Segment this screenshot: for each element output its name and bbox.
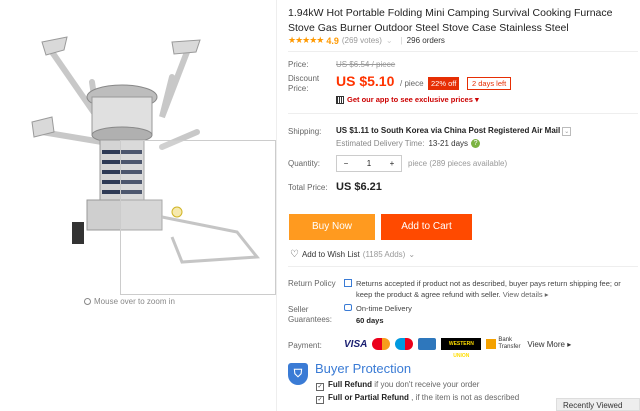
protection-line-2-text: , if the item is not as described bbox=[408, 393, 520, 402]
chevron-down-icon[interactable]: ⌄ bbox=[562, 127, 572, 136]
view-details-link[interactable]: View details ▸ bbox=[503, 290, 549, 299]
bank-transfer-label: Bank Transfer bbox=[498, 337, 521, 350]
protection-line-2-bold: Full or Partial Refund bbox=[328, 393, 409, 402]
estimate-days: 13-21 days bbox=[428, 139, 469, 148]
estimate-label: Estimated Delivery Time: bbox=[336, 139, 425, 148]
return-policy-label: Return Policy bbox=[288, 279, 336, 288]
check-icon: ✓ bbox=[316, 383, 324, 391]
chevron-down-icon[interactable]: ⌄ bbox=[386, 36, 393, 45]
seller-guarantee-1: On-time Delivery bbox=[356, 304, 412, 313]
discount-badge: 22% off bbox=[428, 77, 460, 90]
quantity-stepper[interactable]: − 1 + bbox=[336, 155, 402, 172]
maestro-icon bbox=[395, 338, 414, 350]
divider bbox=[276, 0, 277, 411]
rating-value: 4.9 bbox=[326, 35, 339, 46]
quantity-input[interactable]: 1 bbox=[360, 159, 378, 168]
quantity-label: Quantity: bbox=[288, 159, 321, 168]
zoom-hint: Mouse over to zoom in bbox=[84, 297, 175, 306]
divider bbox=[288, 113, 638, 114]
view-more-link[interactable]: View More ▸ bbox=[527, 340, 571, 349]
price-label: Price: bbox=[288, 60, 309, 69]
star-icons: ★★★★★ bbox=[288, 35, 324, 45]
visa-logo: VISA bbox=[344, 338, 368, 350]
divider bbox=[288, 51, 638, 52]
separator: | bbox=[400, 36, 403, 45]
amex-icon bbox=[418, 338, 437, 350]
zoom-hint-text: Mouse over to zoom in bbox=[94, 297, 175, 306]
add-to-cart-button[interactable]: Add to Cart bbox=[381, 214, 472, 240]
shipping-method[interactable]: US $1.11 to South Korea via China Post R… bbox=[336, 126, 572, 136]
shield-icon: ⛉ bbox=[288, 363, 308, 385]
return-policy-text: Returns accepted if product not as descr… bbox=[356, 278, 636, 300]
zoom-lens[interactable] bbox=[120, 140, 276, 295]
shipping-text: US $1.11 to South Korea via China Post R… bbox=[336, 126, 561, 135]
payment-label: Payment: bbox=[288, 341, 322, 350]
truck-icon bbox=[344, 304, 352, 311]
bank-transfer: Bank Transfer bbox=[486, 337, 520, 351]
orders-count: 296 orders bbox=[406, 36, 445, 45]
check-icon: ✓ bbox=[316, 396, 324, 404]
discount-price-label: Discount Price: bbox=[288, 74, 320, 93]
product-gallery[interactable]: Mouse over to zoom in bbox=[0, 0, 276, 411]
protection-line-2: ✓ Full or Partial Refund , if the item is… bbox=[316, 393, 519, 404]
divider bbox=[288, 266, 638, 267]
quantity-plus-button[interactable]: + bbox=[383, 159, 401, 168]
wishlist-count: (1185 Adds) bbox=[362, 250, 406, 259]
qr-code-icon bbox=[336, 95, 344, 104]
heart-icon: ♡ bbox=[290, 249, 299, 260]
payment-methods: VISA WESTERN UNION Bank Transfer View Mo… bbox=[344, 337, 571, 359]
price-unit: / piece bbox=[400, 79, 424, 88]
wishlist-label: Add to Wish List bbox=[301, 250, 360, 259]
seller-guarantee-2: 60 days bbox=[356, 316, 384, 325]
app-promo-text: Get our app to see exclusive prices ▾ bbox=[347, 95, 479, 104]
quantity-available: piece (289 pieces available) bbox=[408, 159, 508, 168]
bank-icon bbox=[486, 339, 497, 349]
buyer-protection-title: Buyer Protection bbox=[315, 361, 412, 376]
product-title: 1.94kW Hot Portable Folding Mini Camping… bbox=[288, 7, 613, 34]
buy-now-button[interactable]: Buy Now bbox=[289, 214, 375, 240]
total-price: US $6.21 bbox=[336, 181, 382, 193]
protection-line-1-text: if you don't receive your order bbox=[372, 380, 480, 389]
quantity-minus-button[interactable]: − bbox=[337, 159, 355, 168]
app-promo-link[interactable]: Get our app to see exclusive prices ▾ bbox=[336, 95, 479, 104]
western-union-logo: WESTERN UNION bbox=[441, 338, 482, 359]
recently-viewed-tab[interactable]: Recently Viewed bbox=[556, 398, 640, 411]
wishlist-link[interactable]: ♡ Add to Wish List (1185 Adds) ⌄ bbox=[290, 249, 415, 260]
discount-price: US $5.10 bbox=[336, 73, 395, 89]
seller-guarantees-label: Seller Guarantees: bbox=[288, 305, 333, 324]
votes-link[interactable]: (269 votes) bbox=[342, 36, 382, 45]
magnifier-icon bbox=[84, 298, 91, 305]
days-left-badge: 2 days left bbox=[467, 77, 512, 90]
original-price: US $6.54 / piece bbox=[336, 60, 396, 69]
mastercard-icon bbox=[372, 338, 391, 350]
return-policy-body: Returns accepted if product not as descr… bbox=[356, 279, 621, 299]
chevron-down-icon[interactable]: ⌄ bbox=[408, 250, 415, 259]
protection-line-1: ✓ Full Refund if you don't receive your o… bbox=[316, 380, 479, 391]
total-price-label: Total Price: bbox=[288, 183, 328, 192]
delivery-estimate: Estimated Delivery Time: 13-21 days? bbox=[336, 139, 481, 148]
protection-line-1-bold: Full Refund bbox=[328, 380, 372, 389]
document-icon bbox=[344, 279, 352, 287]
rating-row: ★★★★★ 4.9 (269 votes) ⌄ | 296 orders bbox=[288, 35, 445, 46]
shipping-label: Shipping: bbox=[288, 127, 322, 136]
help-icon[interactable]: ? bbox=[471, 139, 481, 148]
